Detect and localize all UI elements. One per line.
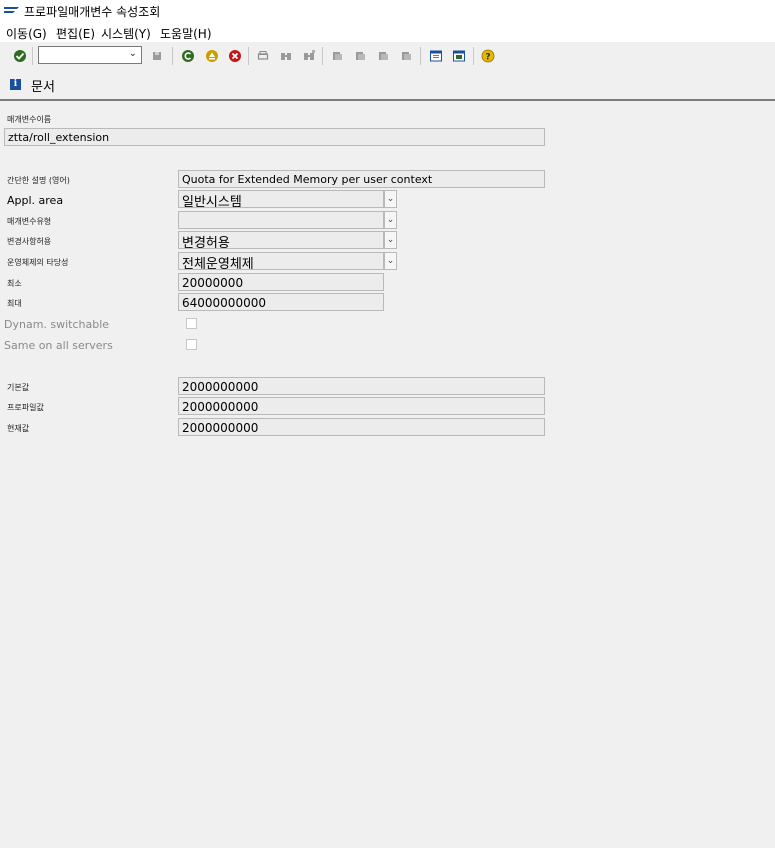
chevron-down-icon[interactable]: ⌄ bbox=[384, 211, 397, 229]
info-icon[interactable]: i bbox=[10, 79, 21, 90]
menu-bar: 이동(G) 편집(E) 시스템(Y) 도움말(H) bbox=[0, 22, 775, 42]
command-field[interactable]: ⌄ bbox=[38, 46, 142, 64]
previous-page-icon[interactable] bbox=[353, 49, 367, 63]
toolbar-separator bbox=[420, 47, 421, 65]
back-icon[interactable] bbox=[181, 49, 195, 63]
current-value-label: 현재값 bbox=[7, 424, 30, 433]
last-page-icon[interactable] bbox=[399, 49, 413, 63]
title-bar: 프로파일매개변수 속성조회 bbox=[0, 0, 775, 22]
menu-goto[interactable]: 이동(G) bbox=[6, 25, 47, 42]
default-value-label: 기본값 bbox=[7, 383, 30, 392]
first-page-icon[interactable] bbox=[330, 49, 344, 63]
os-validity-dropdown[interactable]: 전체운영체제 bbox=[178, 252, 384, 270]
default-value-field[interactable]: 2000000000 bbox=[178, 377, 545, 395]
max-label: 최대 bbox=[7, 299, 22, 308]
chevron-down-icon[interactable]: ⌄ bbox=[384, 190, 397, 208]
current-value-field[interactable]: 2000000000 bbox=[178, 418, 545, 436]
max-field[interactable]: 64000000000 bbox=[178, 293, 384, 311]
chevron-down-icon[interactable]: ⌄ bbox=[384, 252, 397, 270]
toolbar-separator bbox=[32, 47, 33, 65]
documentation-button[interactable]: 문서 bbox=[31, 76, 55, 95]
menu-help[interactable]: 도움말(H) bbox=[160, 25, 212, 42]
shortcut-icon[interactable] bbox=[452, 49, 466, 63]
application-toolbar: i 문서 bbox=[0, 71, 775, 101]
dynamic-switchable-checkbox[interactable] bbox=[186, 318, 197, 329]
os-validity-label: 운영체제의 타당성 bbox=[7, 258, 69, 267]
sap-logo-icon bbox=[4, 7, 19, 13]
param-name-field[interactable]: ztta/roll_extension bbox=[4, 128, 545, 146]
new-session-icon[interactable] bbox=[429, 49, 443, 63]
appl-area-dropdown[interactable]: 일반시스템 bbox=[178, 190, 384, 208]
window-title: 프로파일매개변수 속성조회 bbox=[24, 5, 161, 19]
next-page-icon[interactable] bbox=[376, 49, 390, 63]
menu-edit[interactable]: 편집(E) bbox=[56, 25, 95, 42]
svg-text:?: ? bbox=[485, 53, 490, 63]
same-on-all-servers-label: Same on all servers bbox=[4, 339, 113, 352]
find-icon[interactable] bbox=[279, 49, 293, 63]
exit-icon[interactable] bbox=[205, 49, 219, 63]
dynamic-switchable-label: Dynam. switchable bbox=[4, 318, 110, 331]
change-perm-dropdown[interactable]: 변경허용 bbox=[178, 231, 384, 249]
param-type-label: 매개변수유형 bbox=[7, 217, 52, 226]
chevron-down-icon[interactable]: ⌄ bbox=[384, 231, 397, 249]
system-toolbar: ⌄ ? bbox=[0, 43, 775, 69]
cancel-icon[interactable] bbox=[228, 49, 242, 63]
save-icon[interactable] bbox=[150, 49, 164, 63]
help-icon[interactable]: ? bbox=[481, 49, 495, 63]
toolbar-separator bbox=[322, 47, 323, 65]
find-next-icon[interactable] bbox=[302, 49, 316, 63]
short-desc-field[interactable]: Quota for Extended Memory per user conte… bbox=[178, 170, 545, 188]
change-perm-label: 변경사항허용 bbox=[7, 237, 52, 246]
param-name-label: 매개변수이름 bbox=[7, 115, 52, 124]
short-desc-label: 간단한 설명 (영어) bbox=[7, 176, 70, 185]
toolbar-separator bbox=[473, 47, 474, 65]
chevron-down-icon[interactable]: ⌄ bbox=[129, 48, 137, 59]
profile-value-label: 프로파일값 bbox=[7, 403, 44, 412]
profile-value-field[interactable]: 2000000000 bbox=[178, 397, 545, 415]
toolbar-separator bbox=[172, 47, 173, 65]
param-type-dropdown[interactable] bbox=[178, 211, 384, 229]
same-on-all-servers-checkbox[interactable] bbox=[186, 339, 197, 350]
menu-system[interactable]: 시스템(Y) bbox=[101, 25, 151, 42]
print-icon[interactable] bbox=[256, 49, 270, 63]
min-label: 최소 bbox=[7, 279, 22, 288]
toolbar-separator bbox=[248, 47, 249, 65]
enter-icon[interactable] bbox=[13, 49, 27, 63]
appl-area-label: Appl. area bbox=[7, 194, 64, 207]
min-field[interactable]: 20000000 bbox=[178, 273, 384, 291]
